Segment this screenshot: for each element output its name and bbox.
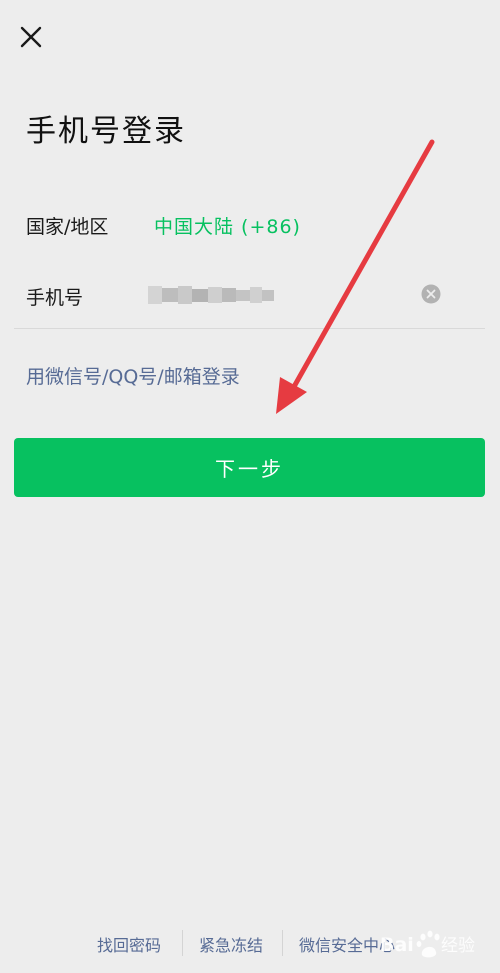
- phone-field-wrapper: [148, 280, 408, 310]
- page-title: 手机号登录: [26, 114, 186, 149]
- alt-login-link[interactable]: 用微信号/QQ号/邮箱登录: [26, 362, 240, 389]
- security-center-link[interactable]: 微信安全中心: [299, 932, 395, 956]
- region-selector[interactable]: 中国大陆 (+86): [154, 212, 301, 239]
- close-icon: [20, 26, 42, 48]
- divider: [14, 328, 485, 329]
- region-label: 国家/地区: [26, 216, 109, 238]
- find-password-link[interactable]: 找回密码: [97, 932, 161, 956]
- footer-separator: [282, 930, 283, 956]
- footer-links: 找回密码 紧急冻结 微信安全中心: [0, 928, 500, 958]
- clear-input-button[interactable]: [421, 284, 441, 304]
- close-button[interactable]: [14, 20, 48, 54]
- footer-separator: [182, 930, 183, 956]
- next-button[interactable]: 下一步: [14, 438, 485, 497]
- phone-input[interactable]: [148, 280, 408, 310]
- emergency-freeze-link[interactable]: 紧急冻结: [199, 932, 263, 956]
- phone-label: 手机号: [26, 287, 84, 309]
- clear-circle-icon: [421, 284, 441, 304]
